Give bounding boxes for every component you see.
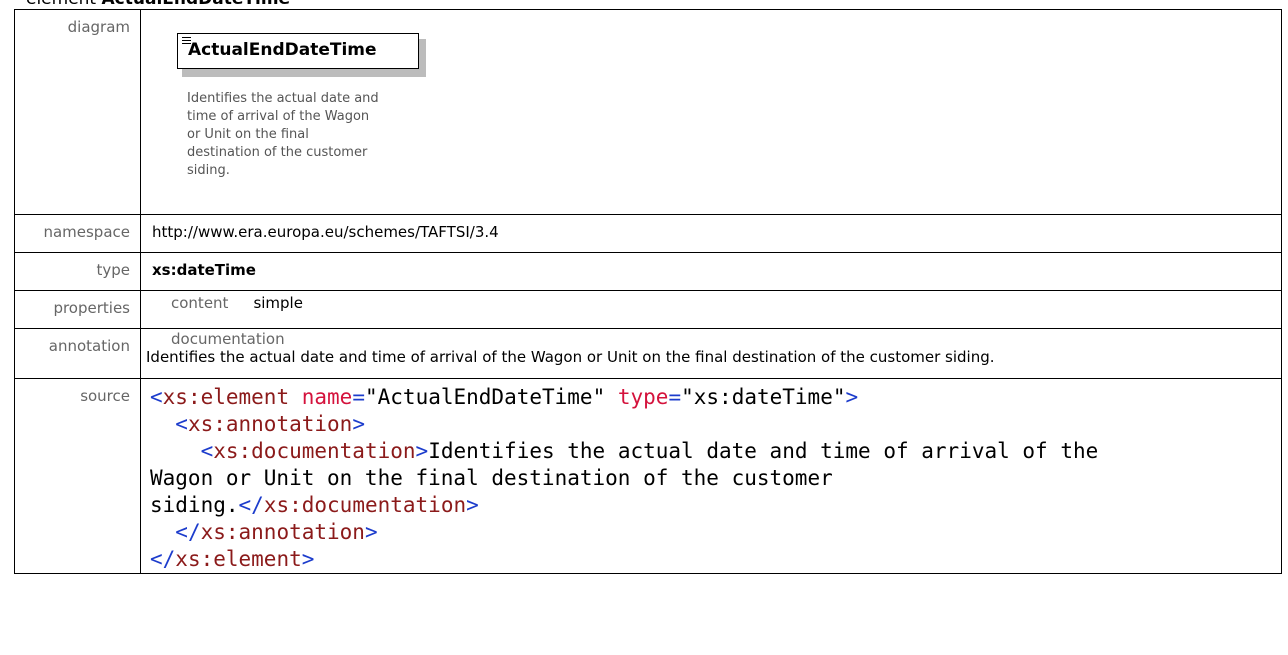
diagram-element-box[interactable]: ActualEndDateTime <box>177 33 426 77</box>
code-tag: xs:element <box>175 547 302 571</box>
code-tag: xs:element <box>162 385 290 409</box>
annotation-value: documentation Identifies the actual date… <box>140 328 1282 379</box>
diagram-doc-line: Identifies the actual date and <box>187 91 379 106</box>
row-type: type xs:dateTime <box>14 252 1282 291</box>
title-prefix: element <box>26 0 102 9</box>
diagram-doc-line: destination of the customer <box>187 145 368 160</box>
row-source: source <xs:element name="ActualEndDateTi… <box>14 378 1282 574</box>
code-tag: xs:annotation <box>200 520 365 544</box>
row-annotation: annotation documentation Identifies the … <box>14 328 1282 379</box>
label-source: source <box>14 378 141 574</box>
code-attr-value: ActualEndDateTime <box>377 385 593 409</box>
code-attr-value: xs:dateTime <box>693 385 833 409</box>
diagram-doc-line: siding. <box>187 163 230 178</box>
diagram-doc-line: or Unit on the final <box>187 127 309 142</box>
code-text: Wagon or Unit on the final destination o… <box>150 466 833 490</box>
label-type: type <box>14 252 141 291</box>
properties-key: content <box>171 294 229 312</box>
element-doc-table: diagram ActualEndDateTime Identifies the… <box>14 9 1282 574</box>
code-text: Identifies the actual date and time of a… <box>428 439 1099 463</box>
label-diagram: diagram <box>14 9 141 215</box>
properties-value: content simple <box>140 290 1282 329</box>
annotation-subheading: documentation <box>171 330 285 348</box>
row-diagram: diagram ActualEndDateTime Identifies the… <box>14 9 1282 215</box>
label-properties: properties <box>14 290 141 329</box>
type-link[interactable]: xs:dateTime <box>152 261 256 279</box>
code-attr: name <box>301 385 353 409</box>
code-text: siding. <box>150 493 239 517</box>
code-tag: xs:documentation <box>213 439 416 463</box>
code-attr: type <box>617 385 669 409</box>
diagram-documentation: Identifies the actual date and time of a… <box>187 90 437 180</box>
source-code: <xs:element name="ActualEndDateTime" typ… <box>150 385 1099 571</box>
row-namespace: namespace http://www.era.europa.eu/schem… <box>14 214 1282 253</box>
code-tag: xs:documentation <box>263 493 467 517</box>
label-namespace: namespace <box>14 214 141 253</box>
diagram-element: ActualEndDateTime <box>177 33 419 69</box>
diagram-cell: ActualEndDateTime Identifies the actual … <box>140 9 1282 215</box>
type-value: xs:dateTime <box>140 252 1282 291</box>
row-properties: properties content simple <box>14 290 1282 329</box>
title-name: ActualEndDateTime <box>102 0 291 9</box>
page-title: element ActualEndDateTime <box>26 0 290 9</box>
label-annotation: annotation <box>14 328 141 379</box>
diagram-doc-line: time of arrival of the Wagon <box>187 109 370 124</box>
properties-val: simple <box>253 294 303 312</box>
source-value: <xs:element name="ActualEndDateTime" typ… <box>140 378 1282 574</box>
diagram-element-name: ActualEndDateTime <box>188 40 377 60</box>
namespace-value: http://www.era.europa.eu/schemes/TAFTSI/… <box>140 214 1282 253</box>
annotation-text: Identifies the actual date and time of a… <box>146 348 995 366</box>
code-tag: xs:annotation <box>187 412 353 436</box>
